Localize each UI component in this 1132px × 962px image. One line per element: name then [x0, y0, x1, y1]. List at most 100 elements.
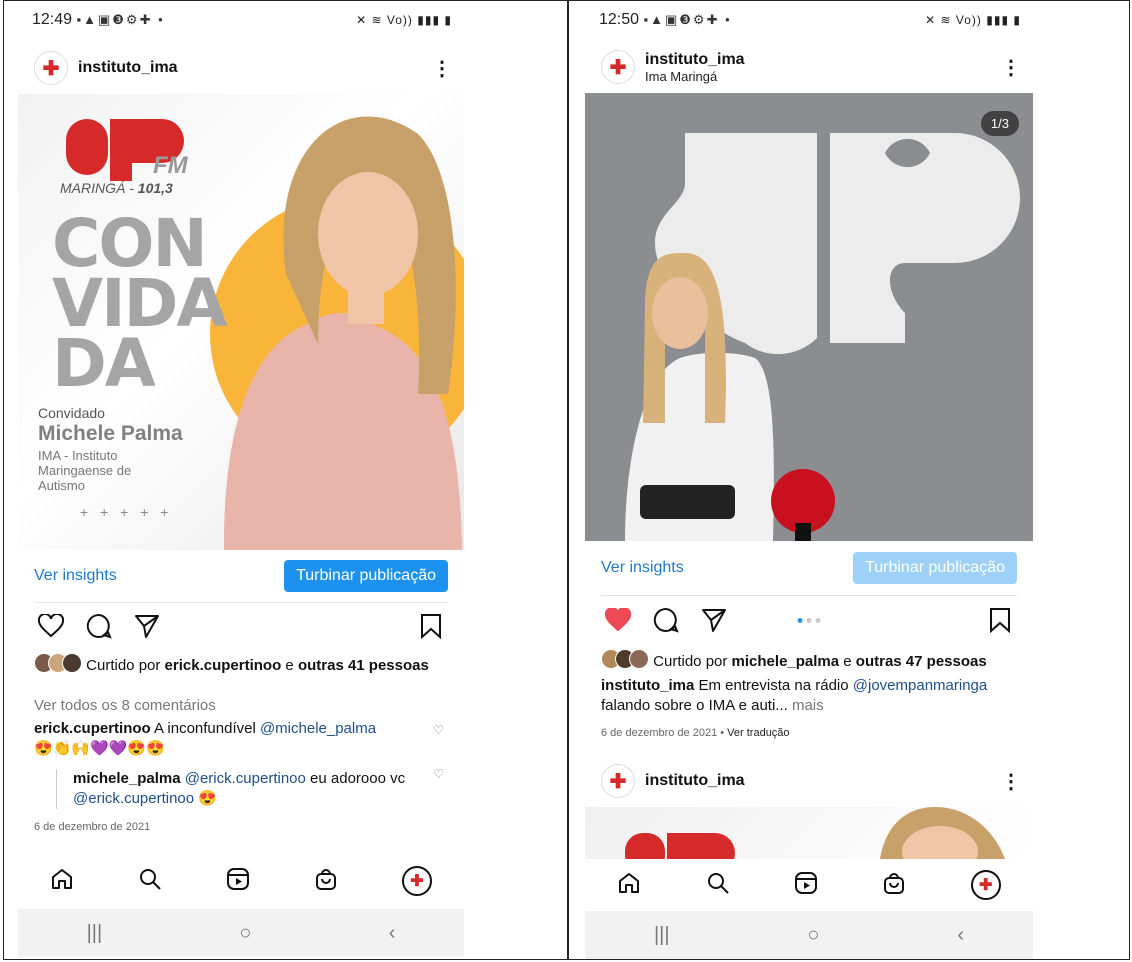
likes-summary: Curtido por erick.cupertinoo e outras 41…: [34, 653, 450, 679]
view-comments-link[interactable]: Ver todos os 8 comentários: [34, 696, 450, 716]
liker-username[interactable]: michele_palma: [732, 653, 840, 670]
bottom-navigation: ✚: [585, 863, 1033, 907]
post-date: 6 de dezembro de 2021: [34, 821, 151, 833]
like-heart-icon[interactable]: [34, 611, 68, 641]
comment-username[interactable]: erick.cupertinoo: [34, 720, 151, 737]
shop-icon[interactable]: [882, 871, 906, 900]
comment-like-icon[interactable]: ♡: [433, 723, 444, 737]
reply-mention-2[interactable]: @erick.cupertinoo: [73, 790, 194, 807]
search-icon[interactable]: [706, 871, 730, 900]
post-location[interactable]: Ima Maringá: [645, 69, 745, 84]
bookmark-icon[interactable]: [414, 611, 448, 641]
comment-mention[interactable]: @michele_palma: [260, 720, 376, 737]
bookmark-icon[interactable]: [983, 605, 1017, 635]
system-status-icons: ✕ ≋ Vo)) ▮▮▮ ▮: [356, 13, 452, 27]
decor-plus: + + + + +: [80, 504, 173, 520]
profile-avatar[interactable]: ✚: [34, 51, 68, 85]
post-header: ✚ instituto_ima ⋮: [34, 48, 452, 88]
liker-username[interactable]: erick.cupertinoo: [165, 657, 282, 674]
more-options-icon[interactable]: ⋮: [1001, 769, 1021, 794]
reels-icon[interactable]: [226, 867, 250, 896]
home-icon[interactable]: [50, 867, 74, 896]
share-send-icon[interactable]: [130, 611, 164, 641]
post-username[interactable]: instituto_ima: [78, 59, 178, 77]
status-time: 12:50: [599, 11, 640, 28]
post-image[interactable]: FM MARINGÁ - 101,3 CON VIDA DA Convidado…: [18, 94, 464, 550]
back-button[interactable]: ‹: [957, 924, 964, 947]
puzzle-logo-icon: ✚: [410, 873, 424, 890]
system-navigation: ||| ○ ‹: [18, 909, 464, 957]
bottom-navigation: ✚: [18, 859, 464, 903]
profile-tab-avatar[interactable]: ✚: [402, 866, 432, 896]
next-post-image-art: [625, 807, 1005, 859]
carousel-counter: 1/3: [980, 111, 1019, 136]
promote-button[interactable]: Turbinar publicação: [853, 552, 1017, 584]
like-heart-icon[interactable]: [601, 605, 635, 635]
search-icon[interactable]: [138, 867, 162, 896]
post-header: ✚ instituto_ima Ima Maringá ⋮: [601, 47, 1021, 87]
system-status-icons: ✕ ≋ Vo)) ▮▮▮ ▮: [925, 13, 1021, 27]
fm-label: FM: [153, 152, 188, 179]
comment-icon[interactable]: [82, 611, 116, 641]
liker-others-link[interactable]: outras 41 pessoas: [298, 657, 429, 674]
view-insights-link[interactable]: Ver insights: [34, 567, 117, 585]
phone-screen: 12:50 ▪▲▣❸⚙✚ • ✕ ≋ Vo)) ▮▮▮ ▮ ✚ institut…: [585, 1, 1033, 959]
home-icon[interactable]: [617, 871, 641, 900]
status-time: 12:49: [32, 11, 73, 28]
puzzle-logo-icon: ✚: [609, 770, 627, 793]
reply-mention[interactable]: @erick.cupertinoo: [185, 770, 306, 787]
guest-label: Convidado: [38, 405, 105, 421]
liker-avatars: [34, 653, 82, 679]
comment-reply: michele_palma @erick.cupertinoo eu adoro…: [56, 769, 424, 809]
owner-actions: Ver insights Turbinar publicação: [34, 559, 448, 593]
puzzle-logo-icon: ✚: [42, 57, 60, 80]
left-screenshot: 12:49 ▪▲▣❸⚙✚ • ✕ ≋ Vo)) ▮▮▮ ▮ ✚ institut…: [3, 0, 568, 960]
view-insights-link[interactable]: Ver insights: [601, 559, 684, 577]
reply-username[interactable]: michele_palma: [73, 770, 181, 787]
comment-icon[interactable]: [649, 605, 683, 635]
share-send-icon[interactable]: [697, 605, 731, 635]
phone-screen: 12:49 ▪▲▣❸⚙✚ • ✕ ≋ Vo)) ▮▮▮ ▮ ✚ institut…: [18, 1, 464, 959]
liker-others-link[interactable]: outras 47 pessoas: [856, 653, 987, 670]
post-caption: instituto_ima Em entrevista na rádio @jo…: [601, 677, 988, 714]
notification-icons: ▪▲▣❸⚙✚ •: [76, 12, 165, 27]
caption-more-link[interactable]: mais: [792, 697, 824, 714]
caption-mention[interactable]: @jovempanmaringa: [853, 677, 987, 694]
back-button[interactable]: ‹: [389, 922, 396, 945]
profile-tab-avatar[interactable]: ✚: [970, 870, 1001, 900]
more-options-icon[interactable]: ⋮: [1001, 55, 1021, 80]
next-post-username[interactable]: instituto_ima: [645, 772, 745, 790]
home-button[interactable]: ○: [239, 922, 251, 945]
recent-apps-button[interactable]: |||: [654, 924, 670, 947]
profile-avatar[interactable]: ✚: [601, 50, 635, 84]
station-city: MARINGÁ - 101,3: [60, 180, 173, 196]
post-username[interactable]: instituto_ima: [645, 51, 745, 69]
owner-actions: Ver insights Turbinar publicação: [601, 551, 1017, 585]
comment-1: erick.cupertinoo A inconfundível @michel…: [34, 719, 424, 759]
post-image-art: [585, 93, 1033, 541]
post-date: 6 de dezembro de 2021: [601, 727, 718, 739]
liker-avatars: [601, 649, 649, 675]
recent-apps-button[interactable]: |||: [87, 922, 103, 945]
promote-button[interactable]: Turbinar publicação: [284, 560, 448, 592]
home-button[interactable]: ○: [807, 924, 819, 947]
see-translation-link[interactable]: Ver tradução: [727, 727, 789, 739]
next-post-header: ✚ instituto_ima ⋮: [601, 761, 1021, 801]
more-options-icon[interactable]: ⋮: [432, 56, 452, 81]
shop-icon[interactable]: [314, 867, 338, 896]
reels-icon[interactable]: [794, 871, 818, 900]
puzzle-logo-icon: ✚: [609, 56, 627, 79]
post-actions: [34, 611, 448, 641]
profile-avatar[interactable]: ✚: [601, 764, 635, 798]
caption-username[interactable]: instituto_ima: [601, 677, 694, 694]
puzzle-logo-icon: ✚: [979, 877, 993, 894]
carousel-dots: [797, 617, 821, 623]
post-image[interactable]: 1/3: [585, 93, 1033, 541]
notification-icons: ▪▲▣❸⚙✚ •: [643, 12, 732, 27]
reply-like-icon[interactable]: ♡: [433, 767, 444, 781]
post-actions: [601, 605, 1017, 635]
status-bar: 12:50 ▪▲▣❸⚙✚ • ✕ ≋ Vo)) ▮▮▮ ▮: [599, 9, 1021, 31]
guest-title: CON VIDA DA: [52, 205, 227, 402]
next-post-image[interactable]: [585, 807, 1033, 859]
divider: [34, 602, 448, 603]
